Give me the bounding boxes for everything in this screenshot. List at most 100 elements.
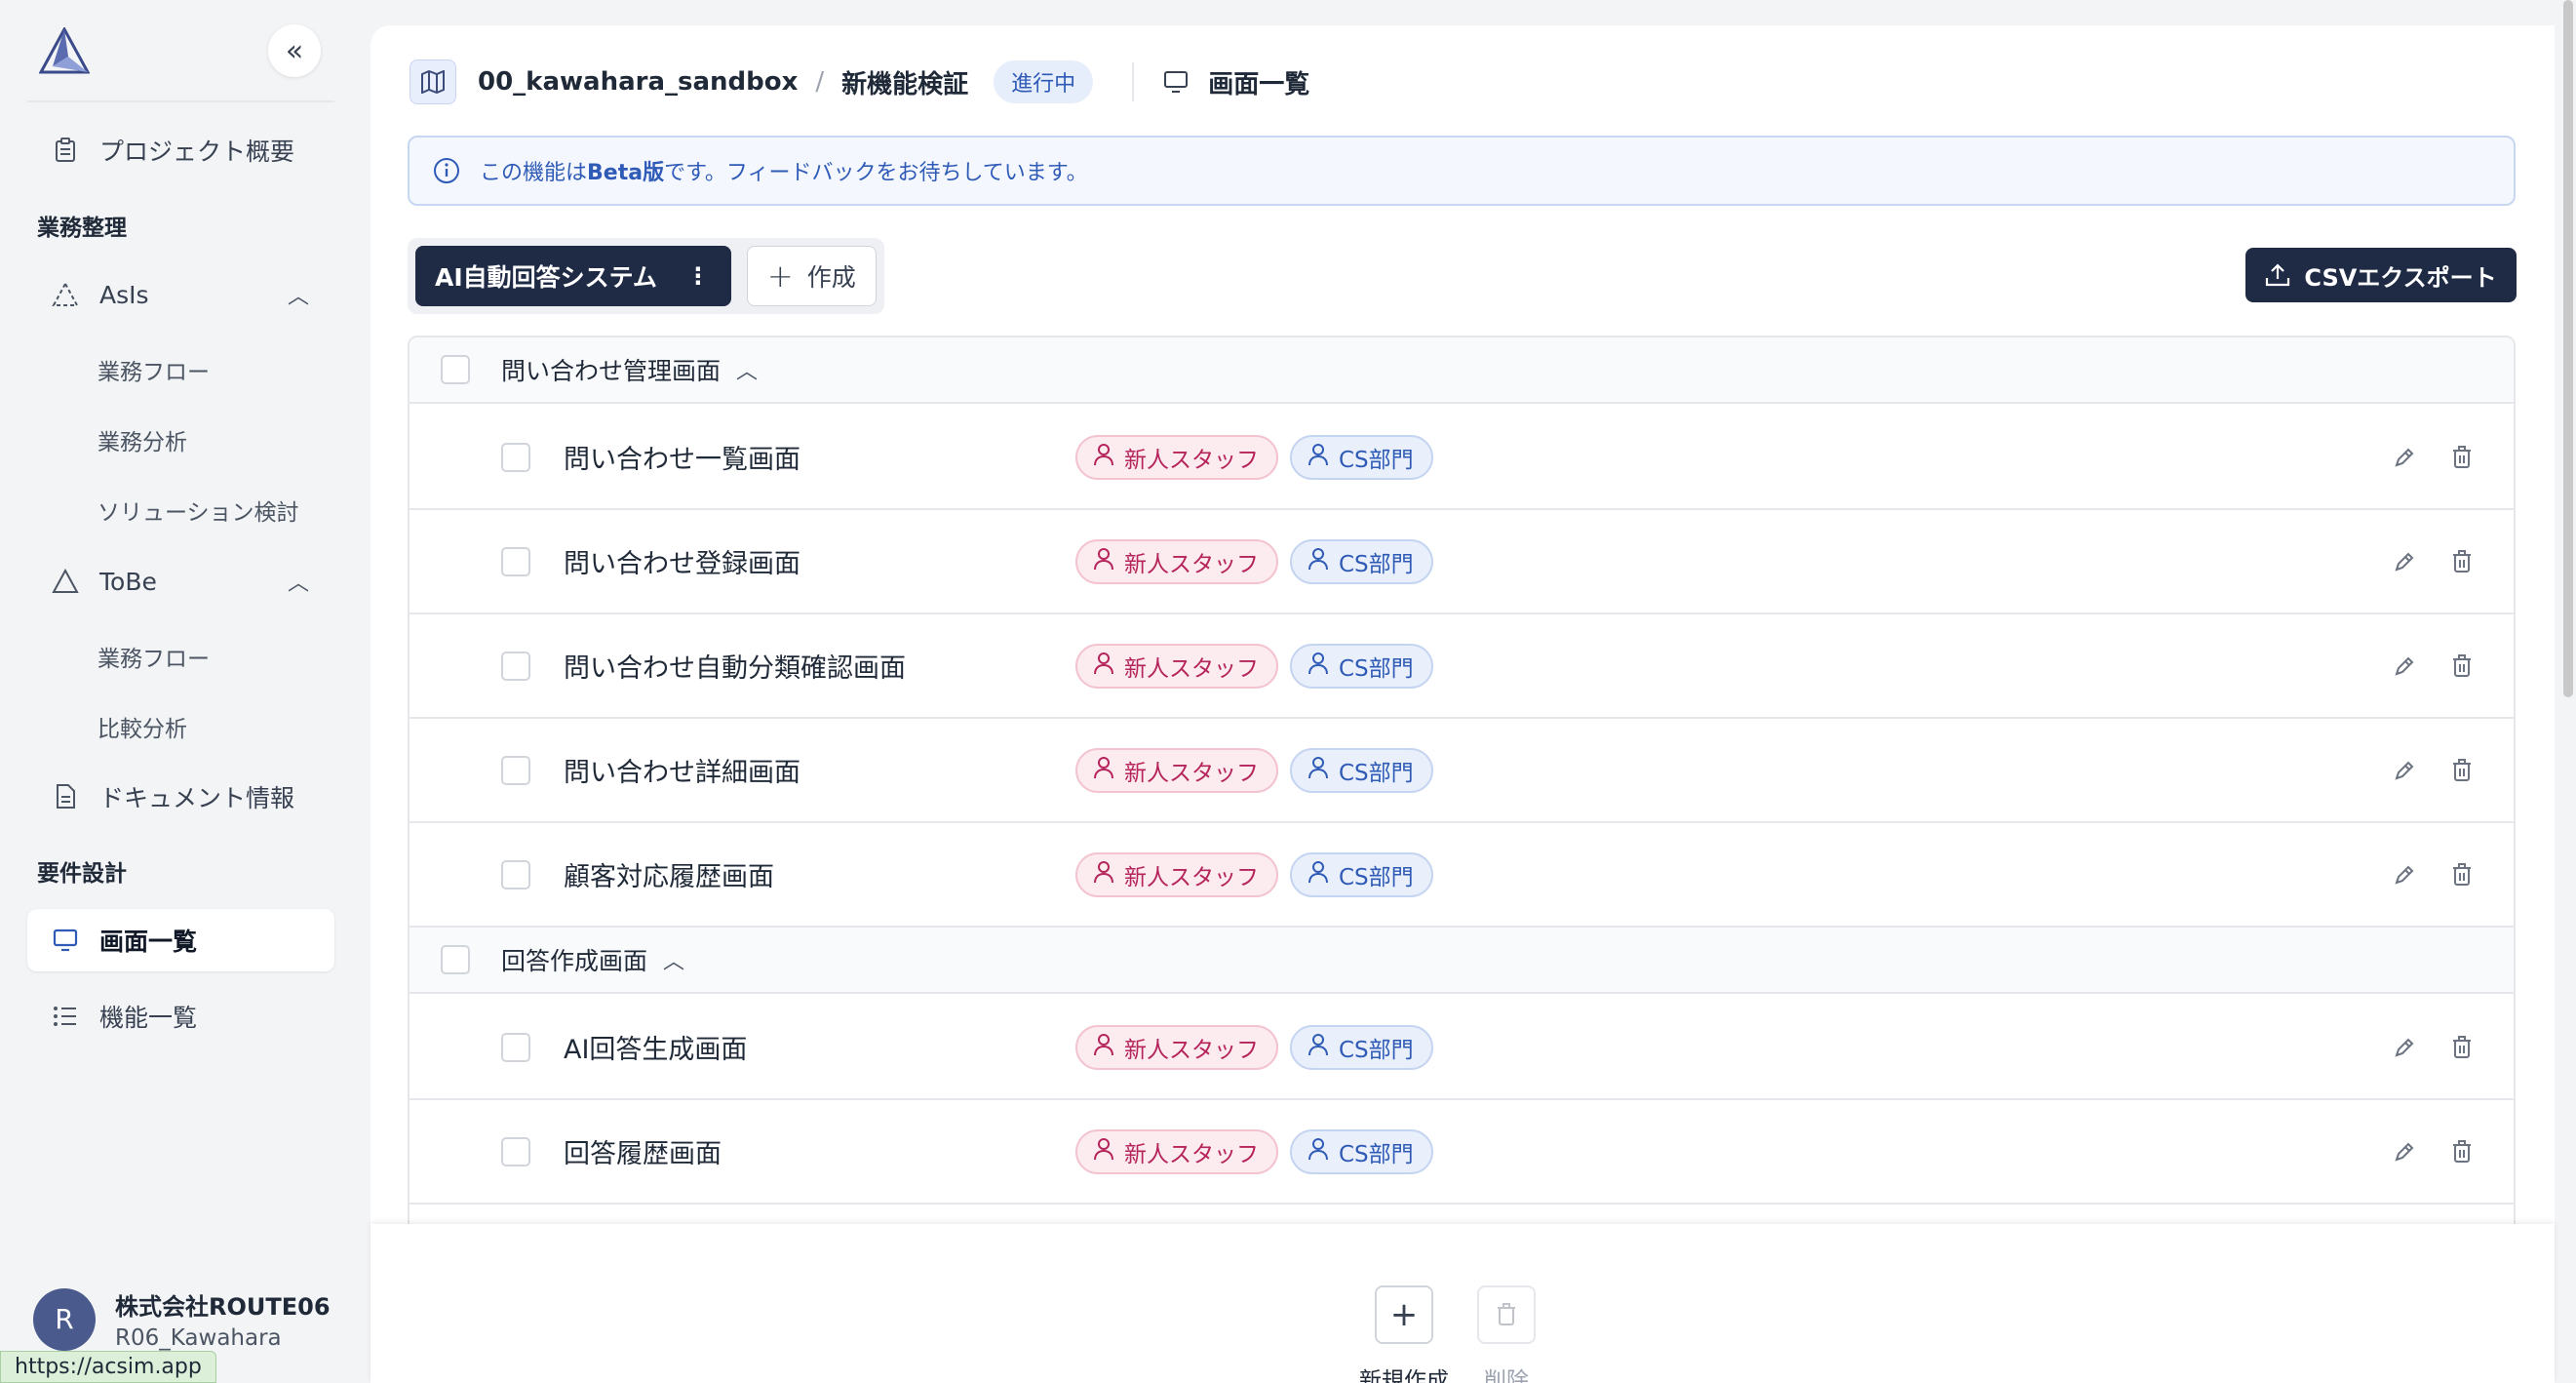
pencil-icon[interactable] [2393, 759, 2416, 782]
table-row[interactable]: 問い合わせ登録画面 新人スタッフ CS部門 [410, 510, 2514, 614]
pencil-icon[interactable] [2393, 446, 2416, 469]
role-tag-cs-dept[interactable]: CS部門 [1290, 434, 1433, 480]
sidebar-item-asis-analysis[interactable]: 業務分析 [98, 423, 187, 456]
role-tag-cs-dept[interactable]: CS部門 [1290, 747, 1433, 793]
sidebar-item-tobe-flow[interactable]: 業務フロー [98, 640, 210, 673]
row-checkbox[interactable] [501, 1136, 530, 1166]
screen-name: 問い合わせ自動分類確認画面 [564, 653, 906, 684]
sidebar-divider [27, 100, 334, 102]
role-tag-cs-dept[interactable]: CS部門 [1290, 1128, 1433, 1174]
trash-icon[interactable] [2451, 1035, 2473, 1059]
upload-icon [2266, 263, 2290, 287]
banner-prefix: この機能は [480, 161, 588, 185]
table-row[interactable]: 顧客対応履歴画面 新人スタッフ CS部門 [410, 823, 2514, 928]
csv-export-button[interactable]: CSVエクスポート [2245, 248, 2517, 302]
chevron-up-icon[interactable]: ︿ [736, 354, 758, 385]
person-icon [1308, 547, 1339, 576]
role-tag-new-staff[interactable]: 新人スタッフ [1075, 851, 1278, 897]
sidebar-item-asis-solution[interactable]: ソリューション検討 [98, 494, 299, 527]
csv-export-label: CSVエクスポート [2304, 263, 2497, 292]
new-create-label: 新規作成 [1359, 1368, 1449, 1383]
role-tag-cs-dept[interactable]: CS部門 [1290, 538, 1433, 584]
chevron-up-icon[interactable]: ︿ [288, 566, 309, 597]
sidebar-item-asis-flow[interactable]: 業務フロー [98, 353, 210, 386]
pencil-icon[interactable] [2393, 1140, 2416, 1164]
role-tag-cs-dept[interactable]: CS部門 [1290, 851, 1433, 897]
role-tag-new-staff[interactable]: 新人スタッフ [1075, 747, 1278, 793]
row-checkbox[interactable] [501, 651, 530, 681]
role-tag-new-staff[interactable]: 新人スタッフ [1075, 643, 1278, 689]
bottom-action-bar: + 新規作成 削除 [371, 1224, 2555, 1383]
sidebar-item-screen-list[interactable]: 画面一覧 [27, 909, 334, 971]
app-logo-icon[interactable] [38, 25, 91, 74]
row-actions [2393, 653, 2473, 678]
sidebar-item-document-info[interactable]: ドキュメント情報 [27, 766, 334, 828]
group-row[interactable]: 回答作成画面 ︿ [410, 928, 2514, 994]
tag-label: CS部門 [1339, 655, 1414, 682]
trash-icon[interactable] [2451, 445, 2473, 469]
screen-name: 問い合わせ登録画面 [564, 549, 800, 579]
document-icon [51, 782, 80, 811]
table-row[interactable]: 回答履歴画面 新人スタッフ CS部門 [410, 1100, 2514, 1205]
table-row[interactable]: AI回答生成画面 新人スタッフ CS部門 [410, 996, 2514, 1100]
row-checkbox[interactable] [501, 442, 530, 472]
trash-icon[interactable] [2451, 758, 2473, 782]
sidebar-item-tobe-compare[interactable]: 比較分析 [98, 710, 187, 743]
table-row[interactable]: 問い合わせ自動分類確認画面 新人スタッフ CS部門 [410, 614, 2514, 719]
map-button[interactable] [410, 59, 456, 104]
chevron-up-icon[interactable]: ︿ [663, 944, 684, 975]
info-icon [434, 158, 459, 183]
row-checkbox[interactable] [501, 859, 530, 889]
double-chevron-left-icon: « [285, 33, 304, 68]
trash-icon[interactable] [2451, 862, 2473, 887]
user-card[interactable]: R 株式会社ROUTE06 R06_Kawahara [33, 1287, 331, 1351]
banner-suffix: です。フィードバックをお待ちしています。 [664, 161, 1088, 185]
page-scrollbar-thumb[interactable] [2563, 0, 2573, 697]
table-row[interactable]: 問い合わせ一覧画面 新人スタッフ CS部門 [410, 406, 2514, 510]
group-checkbox[interactable] [441, 945, 470, 974]
section-heading-requirements: 要件設計 [37, 861, 127, 887]
group-checkbox[interactable] [441, 355, 470, 384]
role-tag-new-staff[interactable]: 新人スタッフ [1075, 434, 1278, 480]
breadcrumb-project[interactable]: 00_kawahara_sandbox [478, 67, 798, 97]
pencil-icon[interactable] [2393, 863, 2416, 887]
sidebar-item-project-overview[interactable]: プロジェクト概要 [27, 119, 334, 181]
trash-icon[interactable] [2451, 549, 2473, 573]
group-row[interactable]: 問い合わせ管理画面 ︿ [410, 337, 2514, 404]
person-icon [1093, 860, 1124, 889]
role-tag-cs-dept[interactable]: CS部門 [1290, 1024, 1433, 1070]
breadcrumb-feature[interactable]: 新機能検証 [841, 64, 968, 100]
trash-icon[interactable] [2451, 653, 2473, 678]
list-icon [51, 1002, 80, 1031]
row-checkbox[interactable] [501, 755, 530, 785]
breadcrumb-separator: / [815, 67, 825, 97]
person-icon [1308, 1137, 1339, 1166]
sidebar-item-function-list[interactable]: 機能一覧 [27, 985, 334, 1047]
section-heading-business: 業務整理 [37, 216, 127, 241]
page-title: 画面一覧 [1163, 64, 1309, 100]
screen-name: 問い合わせ一覧画面 [564, 445, 800, 475]
trash-icon[interactable] [2451, 1139, 2473, 1164]
sidebar-item-label: 機能一覧 [99, 1004, 198, 1032]
chevron-up-icon[interactable]: ︿ [288, 279, 309, 310]
pencil-icon[interactable] [2393, 1036, 2416, 1059]
role-tag-cs-dept[interactable]: CS部門 [1290, 643, 1433, 689]
sidebar-item-tobe[interactable]: ToBe ︿ [27, 550, 334, 612]
create-tab-button[interactable]: + 作成 [746, 246, 877, 306]
group-label: 回答作成画面 [501, 947, 648, 975]
role-tag-new-staff[interactable]: 新人スタッフ [1075, 1024, 1278, 1070]
table-row[interactable]: 問い合わせ詳細画面 新人スタッフ CS部門 [410, 719, 2514, 823]
delete-button[interactable]: 削除 [1467, 1285, 1545, 1383]
pencil-icon[interactable] [2393, 550, 2416, 573]
pencil-icon[interactable] [2393, 654, 2416, 678]
new-create-button[interactable]: + 新規作成 [1355, 1285, 1453, 1383]
role-tag-new-staff[interactable]: 新人スタッフ [1075, 1128, 1278, 1174]
row-checkbox[interactable] [501, 546, 530, 576]
row-checkbox[interactable] [501, 1032, 530, 1062]
tab-ai-system[interactable]: AI自動回答システム ⋮ [415, 246, 731, 306]
triangle-icon [51, 567, 80, 596]
more-vertical-icon[interactable]: ⋮ [686, 262, 710, 290]
sidebar-item-asis[interactable]: AsIs ︿ [27, 263, 334, 326]
collapse-sidebar-button[interactable]: « [268, 24, 321, 77]
role-tag-new-staff[interactable]: 新人スタッフ [1075, 538, 1278, 584]
